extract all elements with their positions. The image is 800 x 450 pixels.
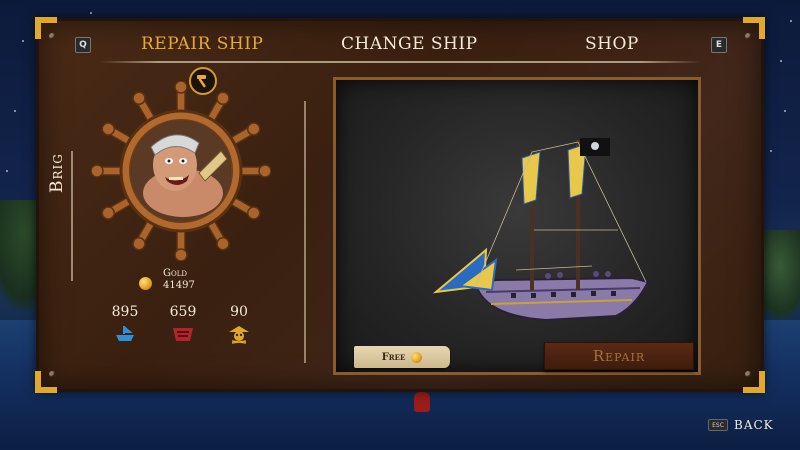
gold-amount: 41497 [163,280,195,291]
rivet [49,33,55,39]
gold-coin-icon [139,277,152,290]
hammer-icon [197,75,206,88]
tab-change-ship[interactable]: CHANGE SHIP [341,34,478,54]
esc-key[interactable]: ESC [708,419,728,431]
gold-label: Gold [163,268,187,279]
skull-crew-icon [229,326,249,344]
back-button[interactable]: BACK [734,418,774,432]
shipyard-panel: Q REPAIR SHIP CHANGE SHIP SHOP E Brig Go… [35,17,765,393]
stat-hull: 659 [163,304,203,344]
stat-speed: 895 [105,304,145,344]
stat-crew-value: 90 [230,304,248,320]
next-tab-key[interactable]: E [711,37,727,53]
ship-wheel-portrait [91,81,271,261]
repair-cost-label: Free [381,351,406,363]
ship-class-divider [71,151,73,281]
repair-button[interactable]: Repair [544,342,694,370]
hammer-badge [189,67,217,95]
brig-ship-model [432,138,650,322]
prev-tab-key[interactable]: Q [75,37,91,53]
rivet [49,371,55,377]
stat-crew: 90 [219,304,259,344]
stat-speed-value: 895 [111,304,139,320]
buoy [414,392,430,412]
gold-coin-icon [411,351,423,363]
back-hint[interactable]: ESC BACK [708,418,774,432]
rivet [745,33,751,39]
ship-class-label: Brig [47,153,67,193]
ship-preview: Free Repair [333,77,701,375]
tab-underline [99,61,701,63]
stat-hull-value: 659 [169,304,197,320]
tab-shop[interactable]: SHOP [585,34,639,54]
rivet [745,371,751,377]
ship-speed-icon [116,326,134,341]
crew-portrait-icon [131,121,231,221]
tab-repair-ship[interactable]: REPAIR SHIP [141,34,263,54]
column-divider [304,101,306,363]
repair-cost-scroll: Free [354,346,450,368]
ship-hull-icon [173,328,193,341]
